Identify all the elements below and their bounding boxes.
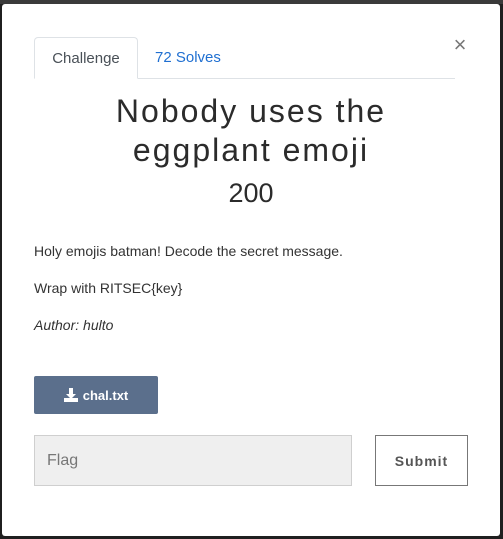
download-icon: [63, 388, 78, 402]
tab-solves[interactable]: 72 Solves: [139, 37, 237, 78]
download-file-button[interactable]: chal.txt: [34, 376, 158, 414]
flag-input[interactable]: [34, 435, 352, 486]
challenge-title-line-1: Nobody uses the: [115, 93, 387, 129]
challenge-title: Nobody uses the eggplant emoji: [2, 92, 500, 170]
file-name: chal.txt: [82, 387, 129, 403]
description-line-1: Holy emojis batman! Decode the secret me…: [34, 243, 343, 259]
challenge-title-line-2: eggplant emoji: [132, 132, 370, 168]
close-icon[interactable]: ×: [451, 34, 469, 56]
tab-bar: Challenge 72 Solves: [34, 37, 455, 79]
challenge-modal: Challenge 72 Solves × Nobody uses the eg…: [2, 4, 500, 536]
description-line-2: Wrap with RITSEC{key}: [34, 280, 183, 296]
submit-button[interactable]: Submit: [375, 435, 468, 486]
author-text: Author: hulto: [34, 317, 114, 333]
tab-challenge[interactable]: Challenge: [34, 37, 138, 79]
challenge-value: 200: [228, 178, 274, 208]
